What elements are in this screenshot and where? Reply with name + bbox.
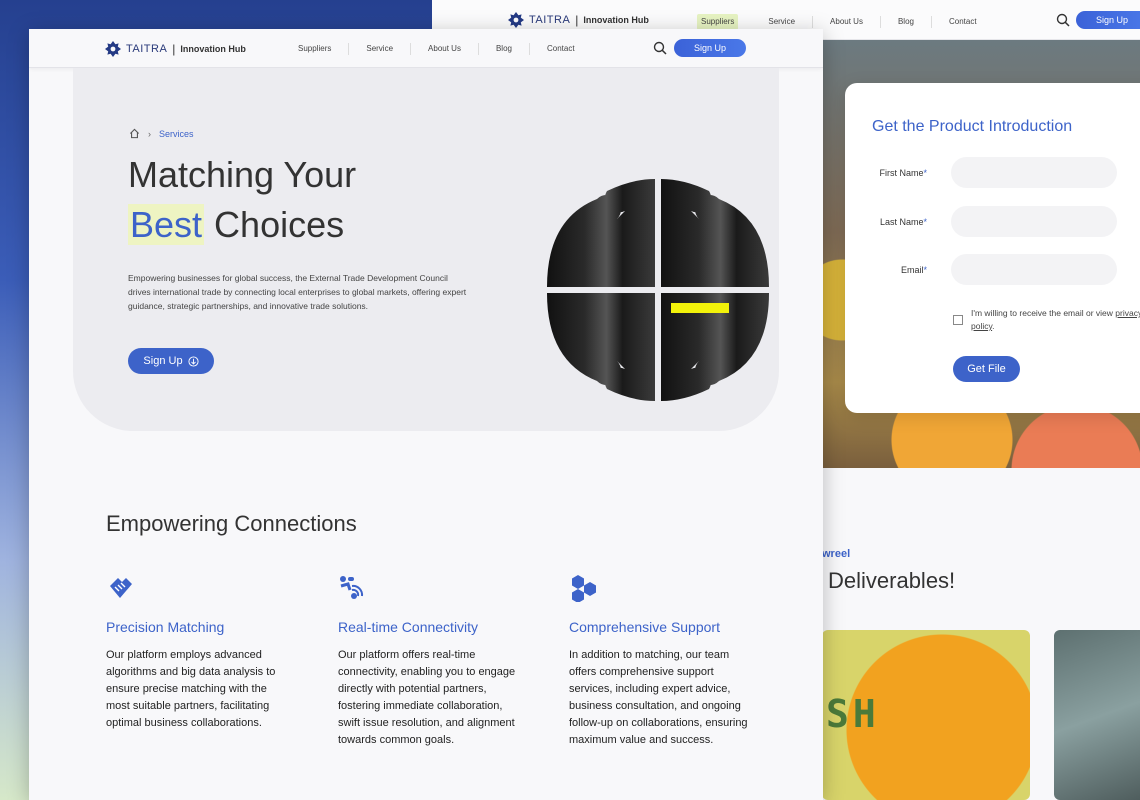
front-logo[interactable]: TAITRA | Innovation Hub (105, 41, 246, 57)
chevron-right-icon: › (148, 128, 151, 139)
nav-blog[interactable]: Blog (881, 16, 932, 28)
brand-name: TAITRA (126, 43, 168, 55)
email-label: Email* (900, 264, 927, 275)
hero-title: Matching Your Best Choices (128, 154, 357, 245)
search-icon[interactable] (653, 41, 667, 55)
form-title: Get the Product Introduction (872, 118, 1073, 135)
feature-title: Precision Matching (106, 619, 225, 635)
puzzle-clover-graphic (547, 179, 769, 401)
last-name-row: Last Name* (845, 206, 1117, 237)
home-icon[interactable] (129, 128, 140, 139)
consent-text: I'm willing to receive the email or view… (971, 307, 1140, 333)
back-signup-button[interactable]: Sign Up (1076, 11, 1140, 29)
feature-description: Our platform offers real-time connectivi… (338, 649, 516, 746)
orange-product-photo: SH (822, 630, 1030, 800)
back-nav-links: Suppliers Service About Us Blog Contact (684, 14, 994, 30)
hub-name: Innovation Hub (583, 15, 649, 25)
nav-service[interactable]: Service (751, 16, 814, 28)
search-icon[interactable] (1056, 13, 1070, 27)
back-logo[interactable]: TAITRA | Innovation Hub (508, 12, 649, 28)
logo-separator: | (575, 13, 579, 27)
hexagons-icon (572, 575, 596, 603)
get-file-button[interactable]: Get File (953, 356, 1020, 382)
consent-checkbox-row: I'm willing to receive the email or view… (953, 307, 1140, 333)
feature-comprehensive-support: Comprehensive Support In addition to mat… (569, 574, 749, 749)
email-row: Email* (845, 254, 1117, 285)
nav-service[interactable]: Service (349, 43, 412, 55)
section-title: Empowering Connections (106, 511, 357, 536)
deliverables-heading: Deliverables! (828, 568, 956, 593)
last-name-label: Last Name* (879, 216, 927, 227)
hero-section: › Services Matching Your Best Choices Em… (73, 68, 779, 431)
nav-suppliers[interactable]: Suppliers (697, 14, 739, 30)
nav-contact[interactable]: Contact (932, 16, 994, 28)
front-signup-button[interactable]: Sign Up (674, 39, 746, 57)
first-name-field[interactable] (951, 157, 1117, 188)
front-nav-links: Suppliers Service About Us Blog Contact (281, 43, 592, 55)
nav-suppliers[interactable]: Suppliers (281, 43, 350, 55)
consent-checkbox[interactable] (953, 315, 963, 325)
first-name-row: First Name* (845, 157, 1117, 188)
brand-name: TAITRA (529, 14, 571, 26)
fresh-sign-text: SH (826, 692, 880, 736)
nav-about-us[interactable]: About Us (411, 43, 479, 55)
email-field[interactable] (951, 254, 1117, 285)
product-intro-form: Get the Product Introduction First Name*… (845, 83, 1140, 413)
foreground-page-window: TAITRA | Innovation Hub Suppliers Servic… (29, 29, 823, 800)
hub-name: Innovation Hub (180, 44, 246, 54)
taitra-logo-icon (105, 41, 121, 57)
front-navbar: TAITRA | Innovation Hub Suppliers Servic… (29, 29, 823, 68)
hero-description: Empowering businesses for global success… (128, 273, 467, 311)
nav-contact[interactable]: Contact (530, 43, 592, 55)
nav-blog[interactable]: Blog (479, 43, 530, 55)
kitchen-product-photo (1054, 630, 1140, 800)
first-name-label: First Name* (879, 167, 927, 178)
title-highlight: Best (128, 204, 205, 245)
feature-realtime-connectivity: Real-time Connectivity Our platform offe… (338, 574, 518, 749)
feature-description: Our platform employs advanced algorithms… (106, 649, 276, 729)
last-name-field[interactable] (951, 206, 1117, 237)
feature-description: In addition to matching, our team offers… (569, 649, 748, 746)
nav-about-us[interactable]: About Us (813, 16, 881, 28)
breadcrumb: › Services (129, 128, 194, 139)
hero-signup-button[interactable]: Sign Up (128, 348, 214, 374)
handshake-icon (110, 578, 132, 598)
breadcrumb-current[interactable]: Services (159, 129, 194, 139)
logo-separator: | (172, 42, 176, 56)
taitra-logo-icon (508, 12, 524, 28)
feature-title: Comprehensive Support (569, 619, 720, 635)
section-tagline: wreel (822, 548, 851, 560)
arrow-down-circle-icon (188, 355, 199, 367)
connectivity-icon (340, 576, 364, 599)
feature-precision-matching: Precision Matching Our platform employs … (106, 574, 286, 732)
feature-title: Real-time Connectivity (338, 619, 479, 635)
